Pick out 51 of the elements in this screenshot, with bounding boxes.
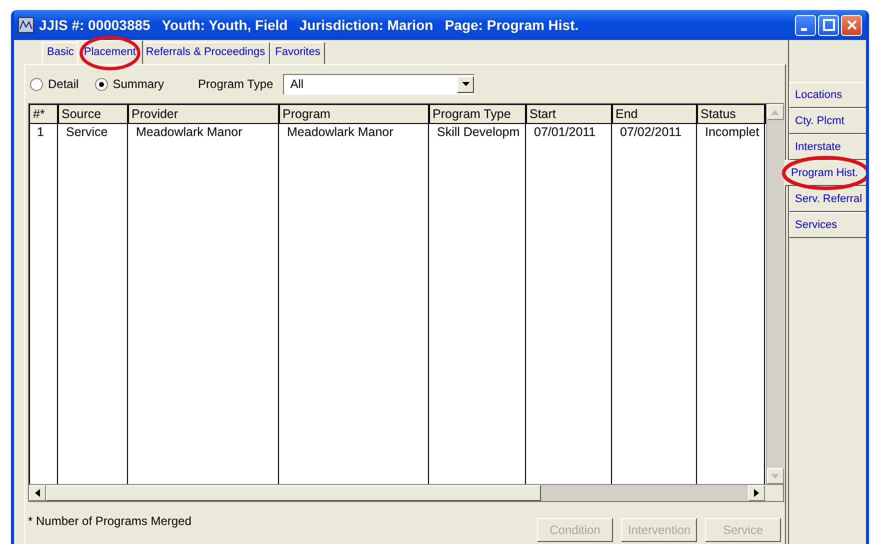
program-type-dropdown[interactable]: All — [283, 74, 476, 94]
table-cell: Skill Developm — [428, 124, 526, 142]
radio-label[interactable]: Summary — [112, 77, 164, 91]
radio-button[interactable] — [94, 78, 108, 90]
vertical-scrollbar[interactable] — [766, 104, 784, 484]
column-header[interactable]: Program — [278, 104, 428, 124]
side-tab[interactable]: Cty. Plcmt — [789, 108, 866, 134]
side-tab[interactable]: Locations — [789, 82, 866, 108]
side-tab[interactable]: Interstate — [789, 134, 866, 160]
dropdown-arrow-icon — [462, 82, 470, 86]
column-header[interactable]: Program Type — [428, 104, 526, 124]
up-arrow-icon — [771, 110, 779, 114]
scroll-up-button[interactable] — [766, 104, 784, 120]
table-cell: Meadowlark Manor — [278, 124, 428, 142]
column-header[interactable]: Status — [696, 104, 764, 124]
side-tab[interactable]: Serv. Referral — [789, 186, 866, 212]
column-header[interactable]: End — [612, 104, 696, 124]
minimize-icon — [801, 28, 807, 30]
app-icon — [18, 17, 34, 33]
table-cell: 07/01/2011 — [526, 124, 612, 142]
tab[interactable]: Referrals & Proceedings — [140, 42, 270, 64]
footnote: * Number of Programs Merged — [28, 514, 192, 528]
program-type-label: Program Type — [198, 77, 274, 91]
close-icon — [844, 18, 858, 32]
scroll-left-button[interactable] — [29, 485, 46, 501]
column-header[interactable]: Provider — [128, 104, 278, 124]
radio-button[interactable] — [30, 78, 43, 90]
maximize-button[interactable] — [818, 14, 839, 36]
column-header[interactable]: #* — [30, 104, 58, 124]
down-arrow-icon — [771, 474, 779, 478]
table-cell: 07/02/2011 — [612, 124, 696, 142]
radio-label[interactable]: Detail — [48, 77, 79, 91]
scrollbar-corner — [765, 485, 783, 501]
tab[interactable]: Basic — [42, 42, 79, 64]
table-cell: Service — [58, 124, 128, 142]
window-title: JJIS #: 00003885 Youth: Youth, Field Jurisdiction: Marion Page: Program Hist. — [39, 17, 580, 33]
right-arrow-icon — [754, 489, 759, 497]
column-header[interactable]: Start — [526, 104, 612, 124]
maximize-icon — [822, 18, 836, 32]
scroll-right-button[interactable] — [748, 485, 765, 501]
table-cell: Meadowlark Manor — [128, 124, 278, 142]
minimize-button[interactable] — [795, 14, 816, 36]
side-tab[interactable]: Services — [789, 212, 866, 238]
tab[interactable]: Favorites — [270, 42, 326, 64]
table-cell: Incomplet — [696, 124, 764, 142]
table-cell: 1 — [30, 124, 58, 142]
scroll-thumb[interactable] — [46, 485, 541, 501]
left-arrow-icon — [35, 489, 40, 497]
column-header[interactable]: Source — [58, 104, 128, 124]
close-button[interactable] — [841, 14, 862, 36]
horizontal-scrollbar[interactable] — [29, 484, 783, 501]
